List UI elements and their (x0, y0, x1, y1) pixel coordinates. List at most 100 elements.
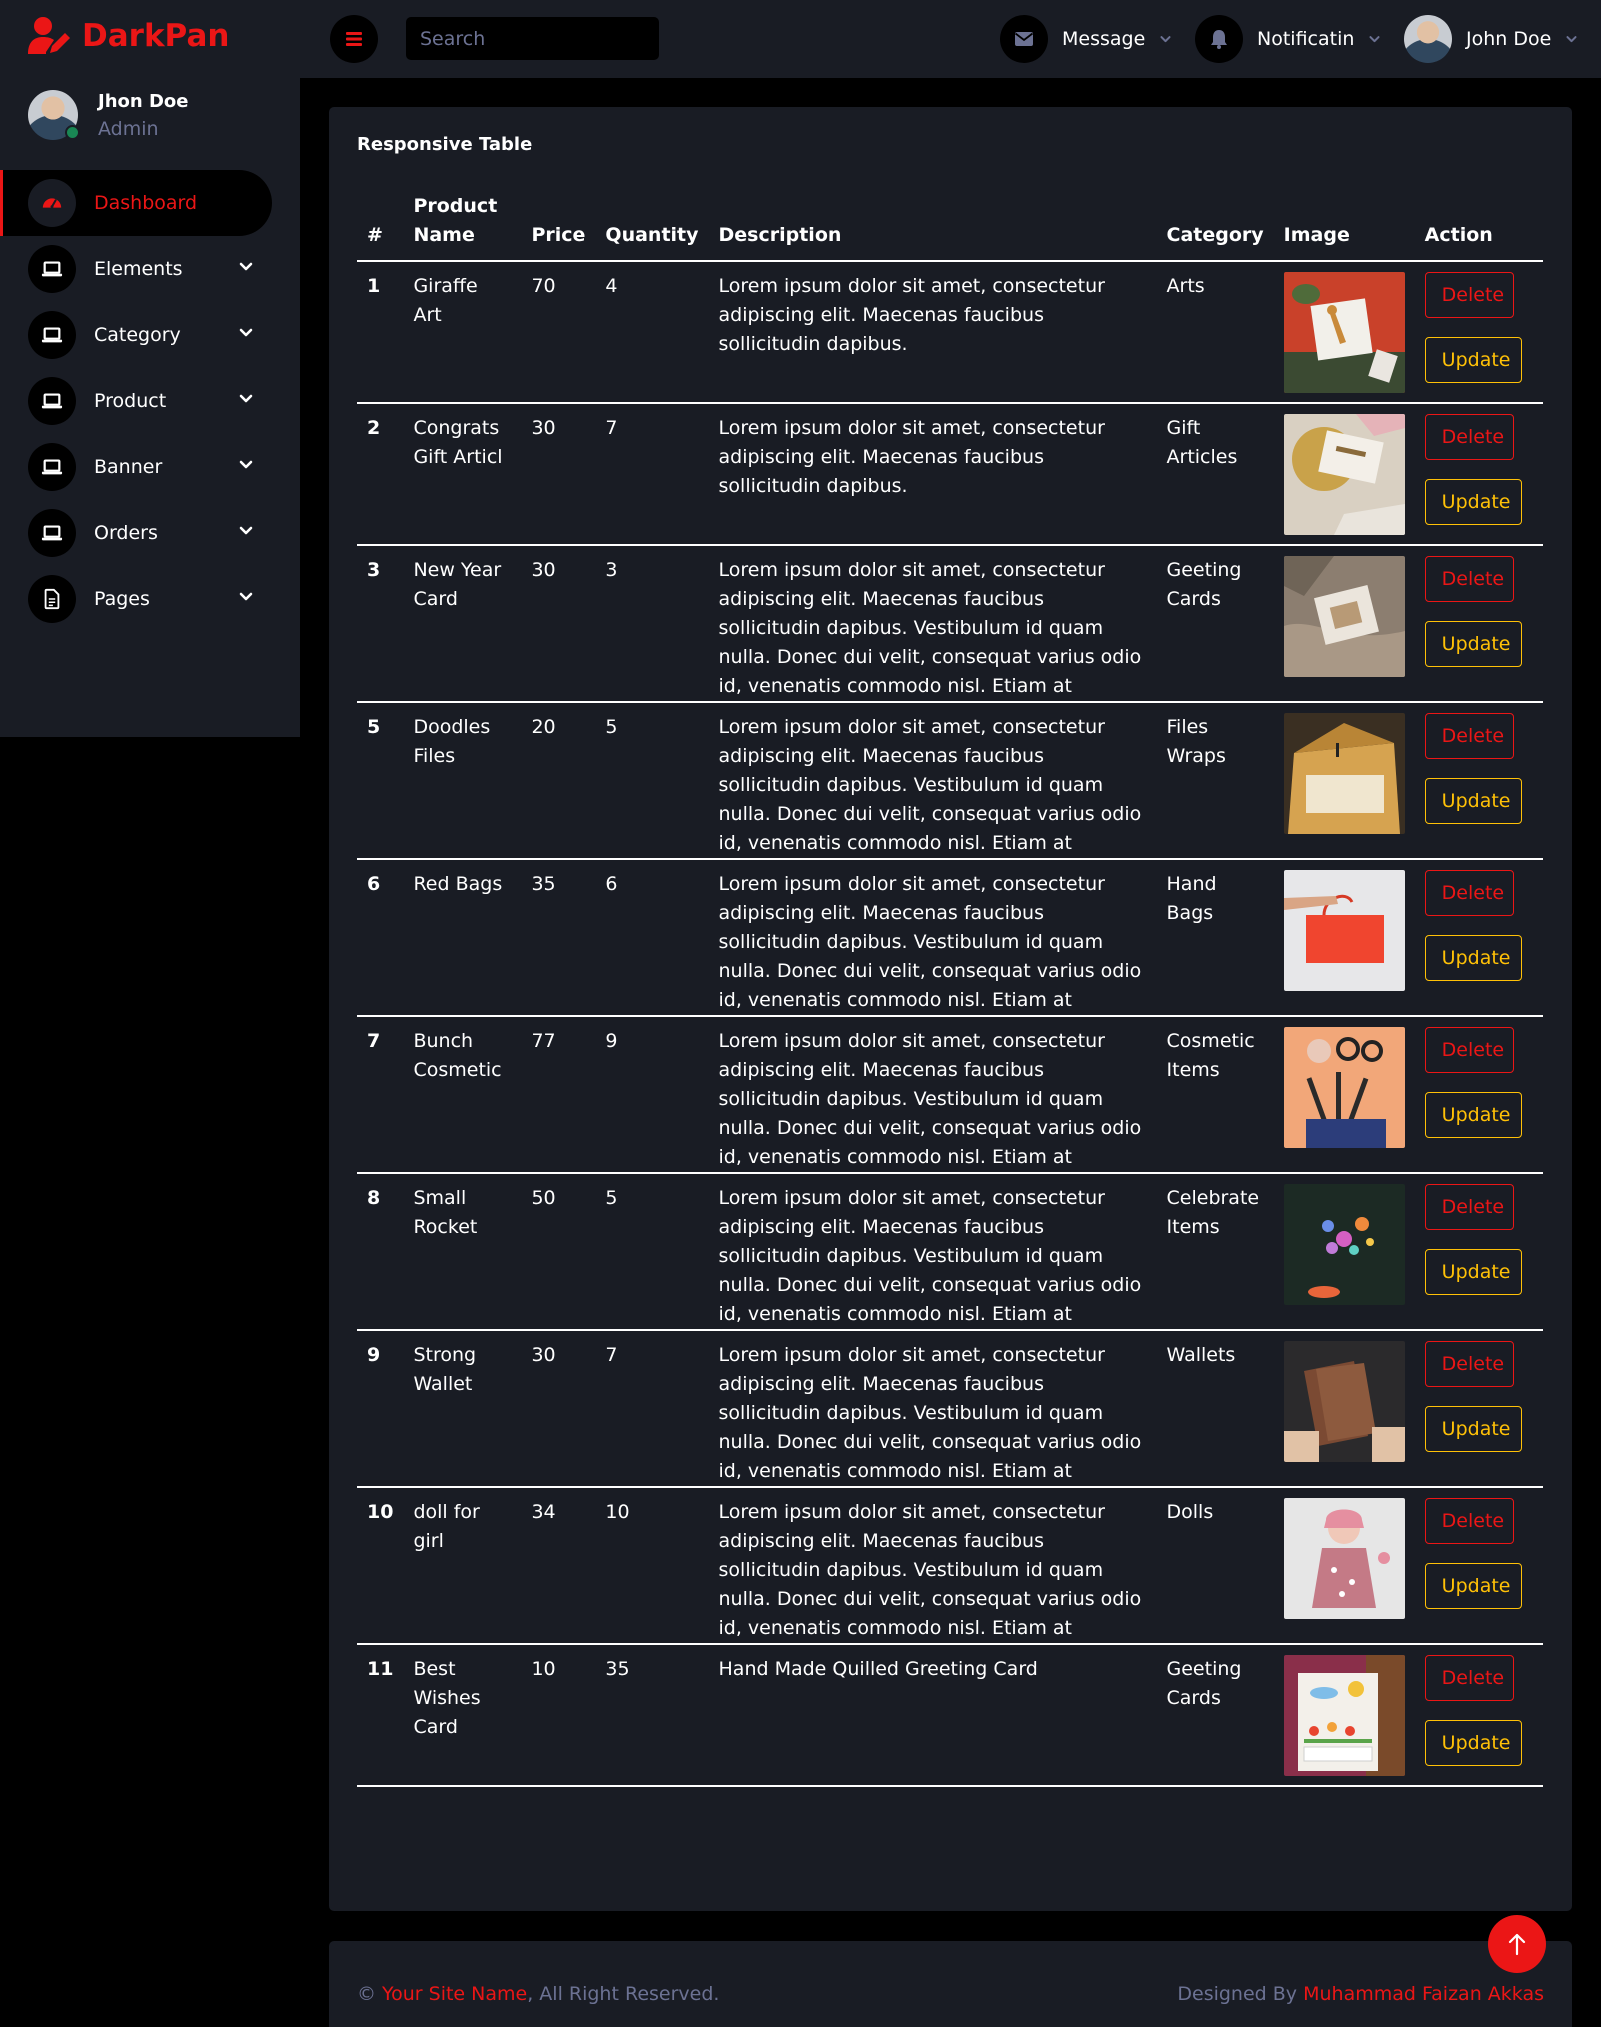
designed-by-text: Designed By (1177, 1983, 1298, 2005)
action-cell: Delete Update (1414, 261, 1543, 404)
notification-dropdown[interactable]: Notificatin (1195, 15, 1381, 63)
product-description: Lorem ipsum dolor sit amet, consectetur … (708, 1330, 1157, 1488)
sidebar-nav: Dashboard Elements Category Product Bann… (0, 170, 300, 632)
delete-button[interactable]: Delete (1424, 713, 1514, 759)
product-name: New Year Card (403, 545, 522, 703)
chevron-down-icon (1566, 35, 1577, 42)
product-description: Lorem ipsum dolor sit amet, consectetur … (708, 403, 1157, 546)
row-id: 11 (357, 1644, 404, 1787)
product-price: 30 (521, 1330, 596, 1488)
table-row: 9 Strong Wallet 30 7 Lorem ipsum dolor s… (357, 1330, 1543, 1488)
top-navbar: Message Notificatin John Doe (300, 0, 1601, 78)
table-row: 11 Best Wishes Card 10 35 Hand Made Quil… (357, 1644, 1543, 1787)
product-image (1283, 556, 1405, 677)
product-description: Lorem ipsum dolor sit amet, consectetur … (708, 1173, 1157, 1331)
delete-button[interactable]: Delete (1424, 556, 1514, 602)
sidebar-item-dashboard[interactable]: Dashboard (0, 170, 272, 236)
product-quantity: 5 (595, 702, 709, 860)
delete-button[interactable]: Delete (1424, 1498, 1514, 1544)
delete-button[interactable]: Delete (1424, 1341, 1514, 1387)
column-header: Image (1273, 192, 1415, 262)
product-image-cell (1273, 702, 1415, 860)
product-quantity: 35 (595, 1644, 709, 1787)
sidebar-profile: Jhon Doe Admin (28, 90, 188, 140)
product-image-cell (1273, 1644, 1415, 1787)
search-input[interactable] (406, 17, 659, 60)
action-cell: Delete Update (1414, 1487, 1543, 1645)
chevron-down-icon (1369, 35, 1380, 42)
table-title: Responsive Table (357, 134, 533, 155)
product-quantity: 3 (595, 545, 709, 703)
sidebar-item-product[interactable]: Product (0, 368, 300, 434)
sidebar-item-pages[interactable]: Pages (0, 566, 300, 632)
message-label: Message (1062, 28, 1146, 50)
product-price: 70 (521, 261, 596, 404)
update-button[interactable]: Update (1424, 479, 1522, 525)
delete-button[interactable]: Delete (1424, 1184, 1514, 1230)
update-button[interactable]: Update (1424, 337, 1522, 383)
product-image (1283, 272, 1405, 393)
delete-button[interactable]: Delete (1424, 1027, 1514, 1073)
sidebar-item-label: Product (94, 390, 167, 412)
delete-button[interactable]: Delete (1424, 272, 1514, 318)
product-category: Wallets (1156, 1330, 1274, 1488)
products-table: # Product Name Price Quantity Descriptio… (357, 192, 1543, 1787)
product-category: Geeting Cards (1156, 545, 1274, 703)
laptop-icon (28, 443, 76, 491)
user-dropdown[interactable]: John Doe (1404, 15, 1578, 63)
arrow-up-icon (1508, 1933, 1526, 1956)
product-image (1283, 1184, 1405, 1305)
table-row: 10 doll for girl 34 10 Lorem ipsum dolor… (357, 1487, 1543, 1645)
sidebar-item-label: Category (94, 324, 181, 346)
laptop-icon (28, 509, 76, 557)
update-button[interactable]: Update (1424, 935, 1522, 981)
sidebar-item-elements[interactable]: Elements (0, 236, 300, 302)
online-status-dot (65, 125, 80, 140)
update-button[interactable]: Update (1424, 1406, 1522, 1452)
brand-logo[interactable]: DarkPan (28, 14, 229, 58)
product-name: Small Rocket (403, 1173, 522, 1331)
update-button[interactable]: Update (1424, 1720, 1522, 1766)
product-category: Geeting Cards (1156, 1644, 1274, 1787)
action-cell: Delete Update (1414, 702, 1543, 860)
bell-icon (1195, 15, 1243, 63)
table-row: 3 New Year Card 30 3 Lorem ipsum dolor s… (357, 545, 1543, 703)
sidebar-toggle-button[interactable] (330, 15, 378, 63)
user-edit-icon (28, 17, 70, 54)
delete-button[interactable]: Delete (1424, 1655, 1514, 1701)
message-dropdown[interactable]: Message (1000, 15, 1172, 63)
laptop-icon (28, 245, 76, 293)
row-id: 5 (357, 702, 404, 860)
bars-icon (346, 32, 362, 46)
update-button[interactable]: Update (1424, 621, 1522, 667)
sidebar-item-orders[interactable]: Orders (0, 500, 300, 566)
product-description: Lorem ipsum dolor sit amet, consectetur … (708, 545, 1157, 703)
product-image (1283, 1027, 1405, 1148)
designer-link[interactable]: Muhammad Faizan Akkas (1303, 1983, 1544, 2005)
product-image (1283, 1498, 1405, 1619)
update-button[interactable]: Update (1424, 1563, 1522, 1609)
delete-button[interactable]: Delete (1424, 414, 1514, 460)
update-button[interactable]: Update (1424, 1249, 1522, 1295)
product-category: Hand Bags (1156, 859, 1274, 1017)
chevron-down-icon (239, 328, 253, 337)
site-name-link[interactable]: Your Site Name (382, 1983, 527, 2005)
sidebar-item-category[interactable]: Category (0, 302, 300, 368)
column-header: Product Name (403, 192, 522, 262)
avatar (28, 90, 80, 140)
update-button[interactable]: Update (1424, 1092, 1522, 1138)
delete-button[interactable]: Delete (1424, 870, 1514, 916)
action-cell: Delete Update (1414, 545, 1543, 703)
product-price: 77 (521, 1016, 596, 1174)
product-name: Strong Wallet (403, 1330, 522, 1488)
product-category: Celebrate Items (1156, 1173, 1274, 1331)
copyright-symbol: © (357, 1983, 376, 2005)
product-image-cell (1273, 859, 1415, 1017)
sidebar-item-banner[interactable]: Banner (0, 434, 300, 500)
sidebar-item-label: Orders (94, 522, 158, 544)
action-cell: Delete Update (1414, 1644, 1543, 1787)
update-button[interactable]: Update (1424, 778, 1522, 824)
product-image-cell (1273, 403, 1415, 546)
product-name: Best Wishes Card (403, 1644, 522, 1787)
back-to-top-button[interactable] (1488, 1915, 1546, 1973)
